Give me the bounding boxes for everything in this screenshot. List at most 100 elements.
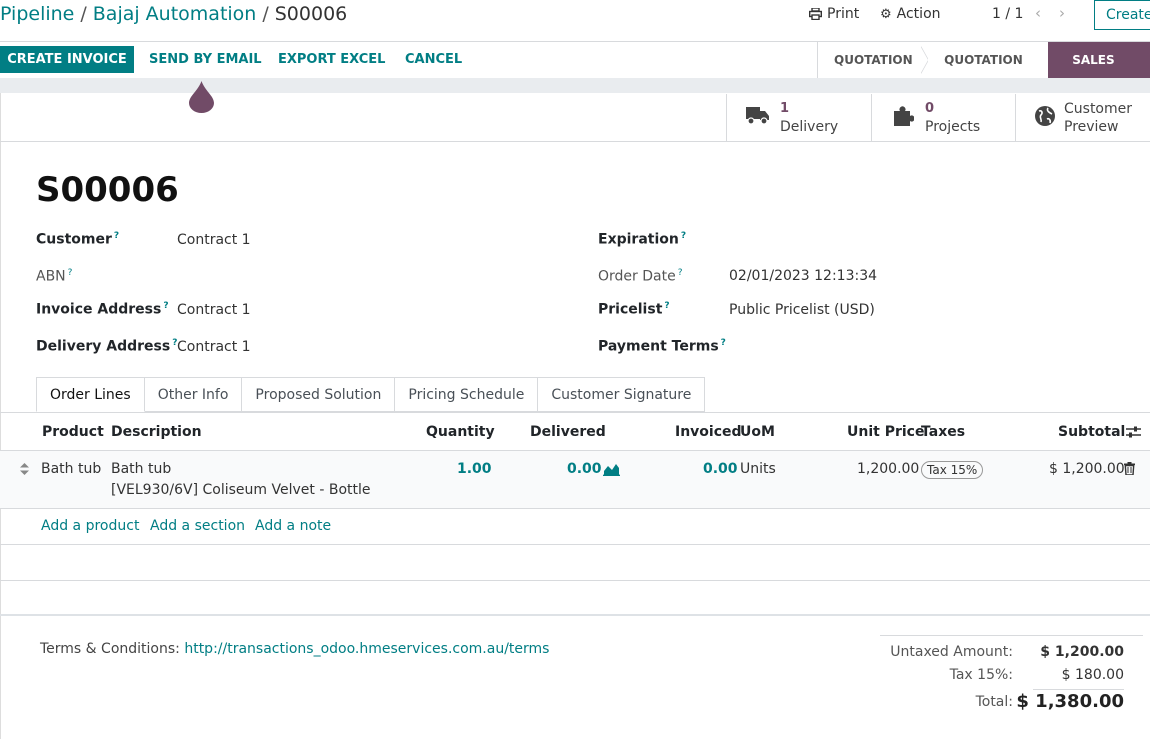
invoice-address-label: Invoice Address?	[36, 301, 169, 318]
terms-label: Terms & Conditions:	[40, 641, 180, 657]
tax-amount: $ 180.00	[1061, 667, 1124, 683]
breadcrumb-pipeline[interactable]: Pipeline	[0, 3, 74, 25]
column-header-invoiced[interactable]: Invoiced	[675, 424, 742, 440]
tab-other-info[interactable]: Other Info	[144, 377, 243, 412]
total-label: Total:	[975, 694, 1013, 710]
forecast-chart-icon[interactable]	[603, 462, 620, 476]
terms-link[interactable]: http://transactions_odoo.hmeservices.com…	[184, 641, 549, 657]
puzzle-icon	[888, 105, 918, 131]
delivery-label: Delivery	[780, 118, 839, 135]
print-icon	[809, 8, 822, 20]
tab-order-lines[interactable]: Order Lines	[36, 377, 145, 412]
row-product[interactable]: Bath tub	[41, 461, 101, 477]
breadcrumb-partner[interactable]: Bajaj Automation	[93, 3, 257, 25]
trash-icon[interactable]	[1124, 462, 1135, 475]
pager-value[interactable]: 1 / 1	[992, 6, 1023, 22]
divider	[0, 141, 1150, 142]
create-invoice-button[interactable]: CREATE INVOICE	[0, 46, 134, 73]
breadcrumb: Pipeline / Bajaj Automation / S00006	[0, 3, 347, 25]
customer-field[interactable]: Contract 1	[177, 232, 251, 248]
tab-pricing-schedule[interactable]: Pricing Schedule	[395, 377, 539, 412]
row-invoiced[interactable]: 0.00	[703, 461, 738, 477]
form-background	[0, 78, 1150, 93]
breadcrumb-current: S00006	[274, 3, 348, 25]
column-header-quantity[interactable]: Quantity	[426, 424, 495, 440]
export-excel-button[interactable]: EXPORT EXCEL	[278, 46, 385, 73]
truck-icon	[743, 106, 773, 129]
row-description-detail[interactable]: [VEL930/6V] Coliseum Velvet - Bottle	[111, 482, 371, 498]
help-icon[interactable]: ?	[681, 231, 686, 241]
chevron-left-icon[interactable]: ‹	[1035, 4, 1041, 22]
stage-quotation[interactable]: QUOTATION	[818, 42, 929, 78]
help-icon[interactable]: ?	[664, 301, 669, 311]
tab-customer-signature[interactable]: Customer Signature	[538, 377, 706, 412]
gear-icon: ⚙	[880, 6, 892, 22]
column-header-subtotal[interactable]: Subtotal	[1058, 424, 1125, 440]
pricelist-label: Pricelist?	[598, 301, 670, 318]
row-quantity[interactable]: 1.00	[457, 461, 492, 477]
divider	[0, 508, 1150, 509]
delivery-address-label: Delivery Address?	[36, 338, 178, 355]
tab-proposed-solution[interactable]: Proposed Solution	[242, 377, 396, 412]
totals-divider	[880, 635, 1143, 636]
row-description[interactable]: Bath tub	[111, 461, 171, 477]
notebook-tabs: Order Lines Other Info Proposed Solution…	[36, 377, 706, 412]
optional-columns-icon[interactable]	[1126, 425, 1141, 439]
table-row[interactable]	[0, 451, 1150, 508]
column-header-description[interactable]: Description	[111, 424, 202, 440]
payment-terms-label: Payment Terms?	[598, 338, 726, 355]
help-icon[interactable]: ?	[114, 231, 119, 241]
breadcrumb-separator: /	[80, 3, 87, 25]
stage-quotation-sent[interactable]: QUOTATION SENT	[928, 42, 1048, 103]
delivery-stat-button[interactable]: 1 Delivery	[726, 94, 872, 141]
help-icon[interactable]: ?	[721, 338, 726, 348]
chevron-right-icon[interactable]: ›	[1059, 4, 1065, 22]
help-icon[interactable]: ?	[678, 268, 683, 278]
add-section-link[interactable]: Add a section	[150, 518, 245, 534]
add-product-link[interactable]: Add a product	[41, 518, 139, 534]
cursor-drop-icon	[189, 81, 214, 113]
row-delivered[interactable]: 0.00	[567, 461, 602, 477]
column-header-product[interactable]: Product	[42, 424, 104, 440]
globe-icon	[1030, 105, 1060, 131]
terms-conditions: Terms & Conditions: http://transactions_…	[40, 641, 549, 657]
add-note-link[interactable]: Add a note	[255, 518, 331, 534]
column-header-unit-price[interactable]: Unit Price	[847, 424, 924, 440]
print-label: Print	[827, 6, 860, 22]
delivery-address-field[interactable]: Contract 1	[177, 339, 251, 355]
abn-label: ABN?	[36, 268, 73, 285]
tax-label: Tax 15%:	[949, 667, 1013, 683]
page-title: S00006	[36, 170, 179, 210]
help-icon[interactable]: ?	[163, 301, 168, 311]
invoice-address-field[interactable]: Contract 1	[177, 302, 251, 318]
customer-preview-button[interactable]: Customer Preview	[1015, 94, 1150, 141]
customer-preview-line2: Preview	[1064, 118, 1119, 135]
order-date-label: Order Date?	[598, 268, 683, 285]
status-bar: QUOTATION QUOTATION SENT SALES ORDER	[817, 42, 1150, 103]
create-button[interactable]: Create	[1094, 0, 1150, 30]
row-uom[interactable]: Units	[740, 461, 776, 477]
tax-badge[interactable]: Tax 15%	[921, 461, 984, 479]
customer-label: Customer?	[36, 231, 120, 248]
column-header-taxes[interactable]: Taxes	[921, 424, 965, 440]
column-header-delivered[interactable]: Delivered	[530, 424, 606, 440]
projects-stat-button[interactable]: 0 Projects	[871, 94, 1016, 141]
row-unit-price[interactable]: 1,200.00	[857, 461, 919, 477]
pricelist-field[interactable]: Public Pricelist (USD)	[729, 302, 875, 318]
action-label: Action	[896, 6, 941, 22]
order-date-field[interactable]: 02/01/2023 12:13:34	[729, 268, 877, 284]
action-button[interactable]: ⚙ Action	[880, 6, 941, 22]
expiration-label: Expiration?	[598, 231, 687, 248]
column-header-uom[interactable]: UoM	[740, 424, 775, 440]
divider	[0, 412, 1150, 413]
send-by-email-button[interactable]: SEND BY EMAIL	[149, 46, 262, 73]
total-amount: $ 1,380.00	[1016, 691, 1124, 712]
untaxed-label: Untaxed Amount:	[890, 644, 1013, 660]
breadcrumb-separator: /	[262, 3, 269, 25]
cancel-button[interactable]: CANCEL	[405, 46, 462, 73]
delivery-count: 1	[780, 100, 790, 116]
drag-handle-icon[interactable]	[20, 463, 29, 475]
projects-label: Projects	[925, 118, 981, 135]
print-button[interactable]: Print	[809, 6, 859, 22]
help-icon[interactable]: ?	[68, 268, 73, 278]
